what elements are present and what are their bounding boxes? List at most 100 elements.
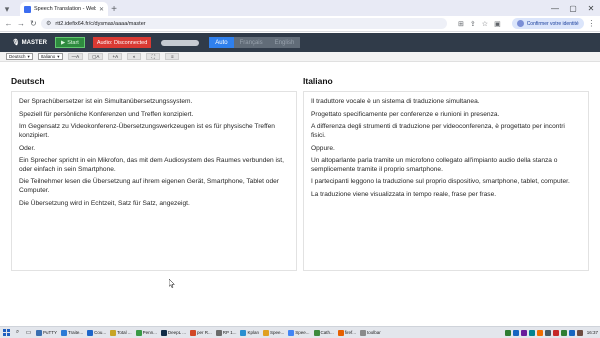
taskbar-app[interactable]: Total ... <box>109 328 133 338</box>
forward-arrow-icon[interactable]: → <box>16 19 25 29</box>
tray-icon[interactable] <box>576 329 583 336</box>
bookmark-star-icon[interactable]: ☆ <box>482 20 488 28</box>
taskbar-app-label: RP 1... <box>222 330 237 335</box>
audio-status-badge: Audio: Disconnected <box>92 37 152 48</box>
left-transcript-pane: Der Sprachübersetzer ist ein Simultanübe… <box>11 91 297 271</box>
window-controls: — ▢ ✕ <box>546 0 600 16</box>
increase-font-button[interactable]: +A <box>108 53 123 60</box>
taskbar-app-label: toolbar <box>367 330 381 335</box>
taskbar-app[interactable]: Penn... <box>135 328 158 338</box>
translation-line: Progettato specificamente per conferenze… <box>311 110 500 118</box>
taskbar-app[interactable]: Kplan <box>239 328 260 338</box>
app-icon <box>135 329 142 336</box>
source-language-select[interactable]: Deutsch ▾ <box>6 53 33 60</box>
taskbar-app[interactable]: DeepL ... <box>160 328 187 338</box>
tray-icon[interactable] <box>552 329 559 336</box>
back-arrow-icon[interactable]: ← <box>4 19 13 29</box>
translation-line: I partecipanti leggono la traduzione sul… <box>311 178 570 186</box>
app-icon <box>313 329 320 336</box>
brand: 🎙 MASTER <box>12 39 47 47</box>
tray-icon[interactable] <box>560 329 567 336</box>
lang-button-english[interactable]: English <box>268 37 301 48</box>
maximize-button[interactable]: ▢ <box>564 0 582 16</box>
language-selector: Auto Français English <box>209 37 301 48</box>
contrast-icon[interactable]: ◐ <box>127 53 142 60</box>
identity-button[interactable]: Confirmer votre identité <box>511 18 584 29</box>
start-button[interactable]: ▶ Start <box>54 37 85 48</box>
tray-icon[interactable] <box>544 329 551 336</box>
tray-icon[interactable] <box>528 329 535 336</box>
left-pane-title: Deutsch <box>11 76 45 86</box>
taskbar-app-label: Cou... <box>94 330 107 335</box>
tray-icon[interactable] <box>504 329 511 336</box>
app-icon <box>215 329 222 336</box>
font-style-button[interactable]: ▢A <box>88 53 104 60</box>
browser-tab[interactable]: Speech Translation - Web Versi ✕ <box>20 2 108 16</box>
lang-button-auto[interactable]: Auto <box>209 37 234 48</box>
app-icon <box>160 329 167 336</box>
task-view-icon[interactable]: ▭ <box>24 328 33 337</box>
taskbar-app[interactable]: Spee... <box>262 328 285 338</box>
taskbar-app[interactable]: per R... <box>189 328 213 338</box>
new-tab-button[interactable]: + <box>108 2 120 16</box>
taskbar-app-label: Total ... <box>117 330 132 335</box>
app-icon <box>87 329 94 336</box>
close-window-button[interactable]: ✕ <box>582 0 600 16</box>
transcript-line: Die Übersetzung wird in Echtzeit, Satz f… <box>19 199 190 207</box>
search-icon[interactable]: ⌕ <box>13 328 22 337</box>
tab-search-icon[interactable]: ▾ <box>0 2 14 16</box>
transcript-line: Oder. <box>19 144 36 152</box>
tray-icon[interactable] <box>512 329 519 336</box>
right-pane-title: Italiano <box>303 76 333 86</box>
taskbar-app[interactable]: Traite... <box>60 328 84 338</box>
extensions-icon[interactable]: ▣ <box>494 20 501 28</box>
translation-line: A differenza degli strumenti di traduzio… <box>311 123 565 139</box>
taskbar-app-label: Spee... <box>269 330 285 335</box>
translate-icon[interactable]: ⊞ <box>458 20 464 28</box>
target-language-select[interactable]: Italiano ▾ <box>37 53 63 60</box>
app-icon <box>288 329 295 336</box>
transcript-line: Speziell für persönliche Konferenzen und… <box>19 110 194 118</box>
tray-icon[interactable] <box>536 329 543 336</box>
transcript-line: Ein Sprecher spricht in ein Mikrofon, da… <box>19 157 284 173</box>
browser-menu-icon[interactable]: ⋮ <box>587 19 596 29</box>
right-transcript-pane: Il traduttore vocale è un sistema di tra… <box>303 91 589 271</box>
clock: 16:37 <box>586 330 598 335</box>
tab-close-icon[interactable]: ✕ <box>99 6 104 13</box>
decrease-font-button[interactable]: —A <box>67 53 84 60</box>
taskbar-app-label: Kplan <box>247 330 259 335</box>
taskbar-app[interactable]: RP 1... <box>215 328 238 338</box>
site-info-icon[interactable]: ⚙ <box>46 20 51 27</box>
taskbar-app-label: PuTTY <box>43 330 58 335</box>
lang-button-francais[interactable]: Français <box>233 37 269 48</box>
taskbar-app-label: Spee... <box>295 330 310 335</box>
address-bar[interactable]: ⚙ rtt2.idefix64.fr/c/dysmas/aaaa/master <box>41 18 448 29</box>
taskbar-app-label: Penn... <box>142 330 157 335</box>
tray-icon[interactable] <box>520 329 527 336</box>
browser-action-icons: ⊞ ⇪ ☆ ▣ <box>458 20 501 28</box>
menu-icon[interactable]: ≡ <box>165 53 180 60</box>
taskbar-app[interactable]: Cath... <box>313 328 335 338</box>
taskbar-apps: PuTTY Traite... Cou... Total ... Penn... Deep… <box>35 328 382 338</box>
app-icon <box>36 329 42 336</box>
windows-start-icon[interactable] <box>2 328 11 337</box>
share-icon[interactable]: ⇪ <box>470 20 476 28</box>
taskbar-app-label: DeepL ... <box>167 330 187 335</box>
minimize-button[interactable]: — <box>546 0 564 16</box>
volume-slider[interactable] <box>161 39 200 46</box>
taskbar-app[interactable]: toolbar <box>359 328 382 338</box>
translation-line: La traduzione viene visualizzata in temp… <box>311 191 497 199</box>
profile-avatar-icon <box>516 20 524 27</box>
transcript-line: Der Sprachübersetzer ist ein Simultanübe… <box>19 98 193 105</box>
tray-icon[interactable] <box>568 329 575 336</box>
taskbar-app[interactable]: Cou... <box>86 328 107 338</box>
taskbar-app-label: Traite... <box>68 330 84 335</box>
controls-bar: Deutsch ▾ Italiano ▾ —A ▢A +A ◐ ⛶ ≡ <box>0 52 600 62</box>
reload-icon[interactable]: ↻ <box>29 19 38 29</box>
mouse-cursor-icon <box>169 279 175 288</box>
taskbar-app[interactable]: firef... <box>337 328 357 338</box>
taskbar-app-label: firef... <box>344 330 357 335</box>
fullscreen-icon[interactable]: ⛶ <box>146 53 161 60</box>
taskbar-app[interactable]: PuTTY <box>35 328 58 338</box>
taskbar-app[interactable]: Spee... <box>287 328 310 338</box>
